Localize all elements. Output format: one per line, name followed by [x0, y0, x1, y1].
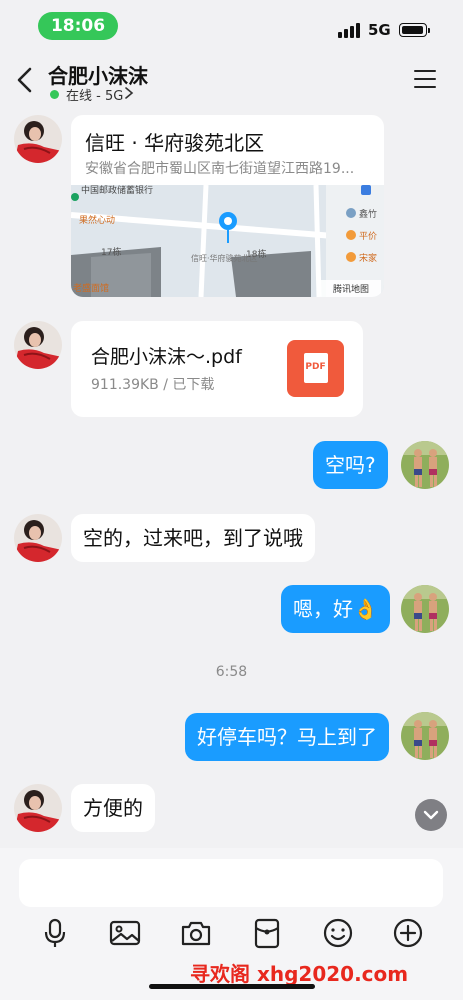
message-bubble-incoming[interactable]: 空的，过来吧，到了说哦: [71, 514, 315, 562]
map-provider-label: 腾讯地图: [333, 283, 369, 295]
message-bubble-outgoing[interactable]: 嗯，好👌: [281, 585, 390, 633]
map-label: 宋家: [359, 252, 377, 264]
plus-circle-icon: [393, 918, 423, 948]
chevron-down-icon: [423, 810, 439, 820]
contact-avatar[interactable]: [14, 321, 62, 369]
location-name: 信旺 · 华府骏苑北区: [85, 131, 265, 155]
menu-button[interactable]: [414, 70, 438, 90]
map-label: 果然心动: [79, 214, 115, 226]
file-meta: 911.39KB / 已下载: [91, 377, 215, 393]
contact-avatar[interactable]: [14, 115, 62, 163]
status-bar: 18:06 5G: [0, 0, 463, 52]
contact-avatar[interactable]: [14, 784, 62, 832]
status-time: 18:06: [38, 12, 118, 40]
online-status-dot: [50, 90, 59, 99]
smiley-icon: [323, 918, 353, 948]
file-card[interactable]: 合肥小沫沫～.pdf 911.39KB / 已下载 PDF: [71, 321, 363, 417]
emoji-button[interactable]: [321, 916, 355, 950]
message-bubble-incoming[interactable]: 方便的: [71, 784, 155, 832]
my-avatar[interactable]: [401, 441, 449, 489]
home-indicator[interactable]: [149, 984, 315, 989]
menu-icon: [414, 70, 436, 73]
map-label: 鑫竹: [359, 208, 377, 220]
pdf-file-icon: PDF: [287, 340, 344, 397]
map-label: 信旺·华府骏苑北区: [191, 253, 258, 263]
chevron-right-icon: [125, 87, 134, 99]
red-packet-icon: [254, 918, 280, 949]
time-separator: 6:58: [215, 664, 248, 680]
image-icon: [109, 920, 141, 946]
map-label: 平价: [359, 231, 377, 242]
map-preview: 中国邮政储蓄银行 果然心动 17栋 18栋 信旺·华府骏苑北区 鑫竹 平价 宋家…: [71, 185, 384, 297]
watermark-text: 寻欢阁 xhg2020.com: [190, 962, 409, 986]
battery-icon: [399, 23, 430, 37]
file-name: 合肥小沫沫～.pdf: [91, 346, 242, 368]
microphone-icon: [44, 918, 66, 947]
red-packet-button[interactable]: [250, 916, 284, 950]
chevron-left-icon: [17, 67, 32, 93]
camera-icon: [181, 921, 211, 946]
my-avatar[interactable]: [401, 712, 449, 760]
my-avatar[interactable]: [401, 585, 449, 633]
map-label: 老盛面馆: [73, 282, 109, 294]
location-address: 安徽省合肥市蜀山区南七街道望江西路19...: [85, 161, 355, 177]
photo-button[interactable]: [108, 916, 142, 950]
location-card[interactable]: 信旺 · 华府骏苑北区 安徽省合肥市蜀山区南七街道望江西路19... 中国邮政储…: [71, 115, 384, 297]
chat-header: 合肥小沫沫 在线 - 5G: [0, 56, 463, 106]
pdf-badge: PDF: [305, 362, 326, 372]
back-button[interactable]: [12, 64, 40, 96]
scroll-to-bottom-button[interactable]: [415, 799, 447, 831]
contact-avatar[interactable]: [14, 514, 62, 562]
more-button[interactable]: [391, 916, 425, 950]
camera-button[interactable]: [179, 916, 213, 950]
signal-icon: [338, 22, 362, 38]
voice-button[interactable]: [38, 916, 72, 950]
map-label: 中国邮政储蓄银行: [81, 185, 153, 196]
message-bubble-outgoing[interactable]: 好停车吗？马上到了: [185, 713, 389, 761]
message-input[interactable]: [19, 859, 443, 907]
online-status-text[interactable]: 在线 - 5G: [66, 85, 123, 104]
network-label: 5G: [368, 21, 391, 39]
map-label: 17栋: [101, 246, 121, 258]
message-bubble-outgoing[interactable]: 空吗?: [313, 441, 388, 489]
